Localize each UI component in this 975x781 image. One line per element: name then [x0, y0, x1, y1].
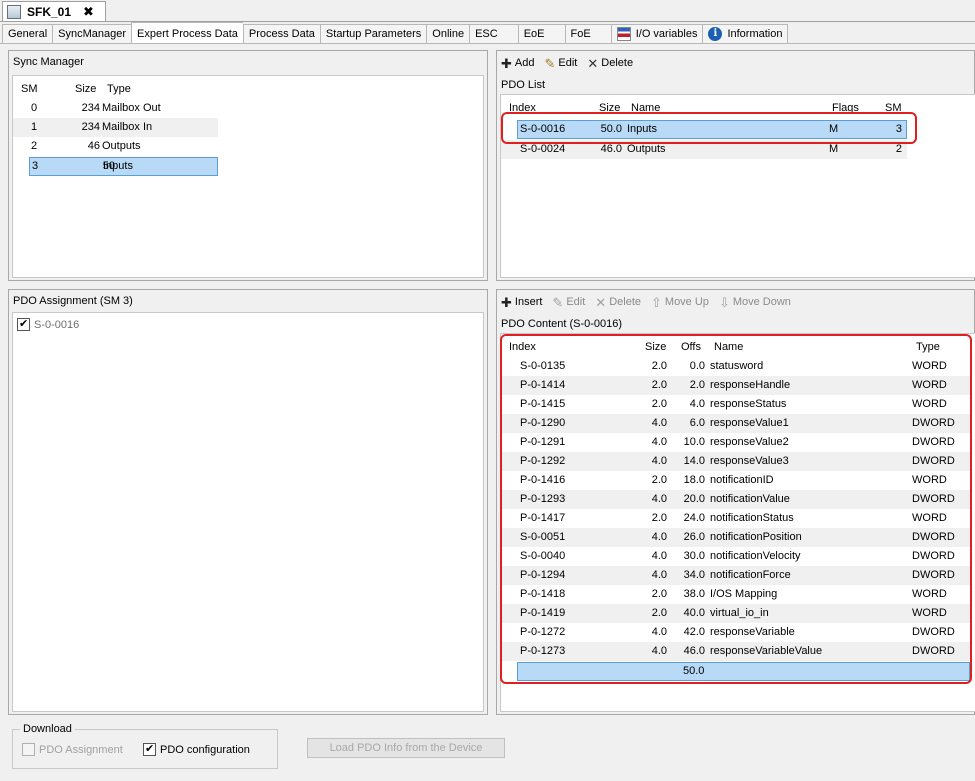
tab-syncmanager[interactable]: SyncManager: [52, 24, 132, 44]
tab-label: I/O variables: [635, 28, 698, 40]
device-icon: [7, 5, 21, 19]
document-title: SFK_01: [27, 5, 72, 19]
tab-general[interactable]: General: [2, 24, 53, 44]
arrow-up-icon: ⇧: [651, 294, 662, 310]
pdo-assignment-list[interactable]: S-0-0016: [12, 312, 484, 712]
delete-icon: ✕: [595, 294, 607, 310]
button-label: Edit: [558, 57, 578, 69]
button-label: Insert: [514, 296, 543, 308]
button-label: Delete: [609, 296, 641, 308]
pdo-configuration-option[interactable]: PDO configuration: [143, 742, 250, 756]
load-pdo-info-button[interactable]: Load PDO Info from the Device: [307, 738, 505, 758]
sm-cell: 0: [31, 102, 38, 114]
tab-label: Startup Parameters: [325, 28, 422, 40]
column-header-size[interactable]: Size: [75, 80, 96, 99]
size-cell: 234: [81, 102, 100, 114]
sm-cell: 2: [31, 140, 38, 152]
panel-title: Sync Manager: [13, 56, 84, 68]
list-item-selected[interactable]: 3 50 Inputs: [29, 157, 218, 176]
editor-tabs: General SyncManager Expert Process Data …: [2, 22, 789, 44]
button-label: Delete: [601, 57, 634, 69]
type-cell: Outputs: [102, 140, 141, 152]
list-item[interactable]: 0 234 Mailbox Out: [13, 99, 218, 118]
button-label: Move Down: [732, 296, 791, 308]
tab-label: General: [8, 28, 48, 40]
plus-icon: ✚: [501, 294, 512, 310]
pdo-assignment-option[interactable]: PDO Assignment: [22, 743, 123, 756]
list-header: SM Size Type: [13, 80, 223, 99]
tab-label: ESC: [475, 28, 498, 40]
size-cell: 234: [81, 121, 100, 133]
tab-io-variables[interactable]: I/O variables: [610, 24, 703, 44]
highlight-box: [501, 112, 917, 144]
pdo-list-toolbar: ✚ Add ✎ Edit ✕ Delete: [501, 54, 633, 72]
type-cell: Mailbox In: [102, 121, 153, 133]
sm-cell: 1: [31, 121, 38, 133]
type-cell: Inputs: [103, 160, 133, 172]
column-header-type[interactable]: Type: [107, 80, 131, 99]
column-header-sm[interactable]: SM: [21, 80, 38, 99]
tab-label: Expert Process Data: [137, 27, 238, 40]
type-cell: Mailbox Out: [102, 102, 161, 114]
pdo-assignment-item[interactable]: S-0-0016: [17, 317, 80, 331]
info-icon: i: [708, 27, 723, 41]
download-group-title: Download: [20, 723, 75, 735]
checkbox[interactable]: [17, 317, 30, 331]
divider: [0, 43, 975, 44]
panel-title: PDO List: [501, 79, 546, 91]
sm-cell: 3: [32, 160, 39, 172]
button-label: Edit: [566, 296, 586, 308]
button-label: Move Up: [664, 296, 709, 308]
close-icon[interactable]: ✖: [83, 4, 94, 20]
add-button[interactable]: ✚ Add: [501, 57, 534, 70]
button-label: Add: [514, 57, 535, 69]
pdo-list-panel: ✚ Add ✎ Edit ✕ Delete PDO List Index Size N…: [496, 50, 975, 281]
pdo-assignment-checkbox[interactable]: [22, 743, 35, 756]
sync-manager-list[interactable]: SM Size Type 0 234 Mailbox Out 1 234 Mai…: [12, 75, 484, 278]
insert-button[interactable]: ✚ Insert: [501, 296, 542, 309]
edit-icon: ✎: [544, 55, 556, 71]
list-item[interactable]: 2 46 Outputs: [13, 137, 218, 156]
size-cell: 46: [87, 140, 100, 152]
edit-button[interactable]: ✎ Edit: [552, 296, 585, 309]
option-label: PDO Assignment: [39, 743, 123, 756]
pdo-configuration-checkbox[interactable]: [143, 742, 156, 756]
tab-expert-process-data[interactable]: Expert Process Data: [131, 22, 243, 44]
tab-online[interactable]: Online: [426, 24, 470, 44]
plus-icon: ✚: [501, 55, 512, 71]
tab-label: FoE: [570, 28, 591, 40]
io-variables-icon: [616, 27, 631, 41]
option-label: PDO configuration: [160, 743, 250, 756]
document-tab[interactable]: SFK_01 ✖: [2, 1, 106, 22]
move-up-button[interactable]: ⇧ Move Up: [651, 296, 709, 309]
arrow-down-icon: ⇩: [718, 294, 730, 310]
delete-icon: ✕: [587, 55, 599, 71]
tab-process-data[interactable]: Process Data: [242, 24, 320, 44]
delete-button[interactable]: ✕ Delete: [595, 296, 641, 309]
delete-button[interactable]: ✕ Delete: [587, 57, 633, 70]
tab-label: Information: [727, 28, 783, 40]
tab-esc[interactable]: ESC: [469, 24, 518, 44]
panel-title: PDO Assignment (SM 3): [13, 295, 133, 307]
pdo-content-toolbar: ✚ Insert ✎ Edit ✕ Delete ⇧ Move Up ⇩ Move Dow…: [501, 293, 791, 311]
sync-manager-panel: Sync Manager SM Size Type 0 234 Mailbox …: [8, 50, 488, 281]
pdo-assignment-panel: PDO Assignment (SM 3) S-0-0016: [8, 289, 488, 715]
edit-icon: ✎: [552, 294, 564, 310]
panel-title: PDO Content (S-0-0016): [501, 318, 623, 330]
tab-eoe[interactable]: EoE: [517, 24, 565, 44]
item-label: S-0-0016: [34, 318, 80, 331]
tab-label: SyncManager: [58, 28, 127, 40]
tab-label: Online: [432, 28, 465, 40]
edit-button[interactable]: ✎ Edit: [544, 57, 577, 70]
list-item[interactable]: 1 234 Mailbox In: [13, 118, 218, 137]
highlight-box: [500, 334, 972, 684]
tab-startup-parameters[interactable]: Startup Parameters: [319, 24, 427, 44]
tab-information[interactable]: i Information: [702, 24, 789, 44]
move-down-button[interactable]: ⇩ Move Down: [719, 296, 791, 309]
tab-label: Process Data: [248, 28, 315, 40]
tab-label: EoE: [523, 28, 545, 40]
tab-foe[interactable]: FoE: [564, 24, 611, 44]
